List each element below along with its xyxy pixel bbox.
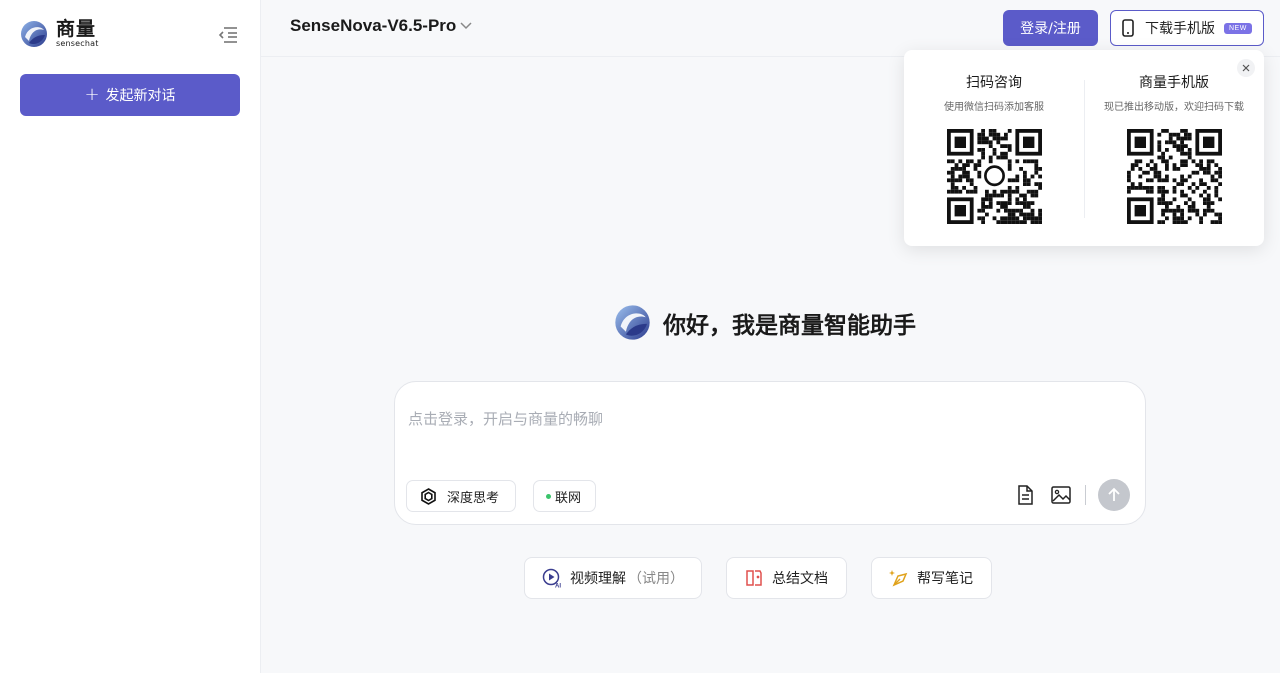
trial-tag: （试用） <box>628 571 684 587</box>
greeting-text: 你好，我是商量智能助手 <box>663 312 916 339</box>
phone-icon <box>1122 19 1134 37</box>
new-chat-button[interactable]: + 发起新对话 <box>20 74 240 116</box>
document-summary-icon <box>746 570 762 586</box>
upload-image-icon[interactable] <box>1050 484 1072 506</box>
qr-mobile-column: 商量手机版 现已推出移动版，欢迎扫码下载 <box>1084 72 1264 113</box>
web-search-label: 联网 <box>555 490 582 506</box>
web-search-toggle[interactable]: 联网 <box>533 480 596 512</box>
chat-input[interactable] <box>408 408 1108 448</box>
deep-think-icon <box>421 487 436 505</box>
login-register-button[interactable]: 登录/注册 <box>1003 10 1098 46</box>
send-button[interactable] <box>1098 479 1130 511</box>
model-selector[interactable]: SenseNova-V6.5-Pro <box>290 16 473 36</box>
video-understanding-label: 视频理解 <box>570 571 626 587</box>
qr-consult-title: 扫码咨询 <box>966 75 1022 91</box>
qr-mobile-subtitle: 现已推出移动版，欢迎扫码下载 <box>1104 102 1244 113</box>
qr-consult-subtitle: 使用微信扫码添加客服 <box>944 102 1044 113</box>
arrow-up-icon <box>1108 487 1120 501</box>
svg-text:AI: AI <box>555 584 561 589</box>
greeting: 你好，我是商量智能助手 <box>614 304 916 341</box>
upload-document-icon[interactable] <box>1014 484 1036 506</box>
new-badge: NEW <box>1224 22 1252 34</box>
model-name: SenseNova-V6.5-Pro <box>290 16 457 35</box>
sensechat-logo-icon <box>615 305 650 340</box>
collapse-sidebar-button[interactable] <box>216 24 240 46</box>
brand-name-cn: 商量 <box>56 18 97 40</box>
download-app-label: 下载手机版 <box>1145 21 1215 37</box>
video-understanding-button[interactable]: AI 视频理解 （试用） <box>524 557 702 599</box>
login-register-label: 登录/注册 <box>1020 21 1081 37</box>
brand-name-en: sensechat <box>56 39 99 48</box>
deep-think-label: 深度思考 <box>447 490 500 506</box>
collapse-sidebar-icon <box>218 27 237 43</box>
chevron-down-icon <box>460 22 472 30</box>
toolbar-separator <box>1085 485 1086 505</box>
qr-consult-column: 扫码咨询 使用微信扫码添加客服 <box>904 72 1084 113</box>
web-status-dot <box>546 493 551 499</box>
sensechat-logo-icon <box>21 21 47 47</box>
chat-input-box: 深度思考 联网 <box>394 381 1146 525</box>
new-chat-label: 发起新对话 <box>105 88 176 104</box>
deep-think-toggle[interactable]: 深度思考 <box>406 480 516 512</box>
pen-sparkle-icon <box>889 570 908 587</box>
qr-mobile-title: 商量手机版 <box>1139 75 1209 91</box>
wechat-qr-code-image <box>947 129 1042 224</box>
sidebar: 商量 sensechat + 发起新对话 <box>0 0 261 673</box>
app-download-qr-code-image <box>1127 129 1222 224</box>
plus-icon: + <box>84 84 100 105</box>
write-notes-label: 帮写笔记 <box>917 571 973 587</box>
write-notes-button[interactable]: 帮写笔记 <box>871 557 992 599</box>
close-icon <box>1242 64 1250 72</box>
download-app-button[interactable]: 下载手机版 NEW <box>1110 10 1264 46</box>
qr-code-popup: 扫码咨询 使用微信扫码添加客服 商量手机版 现已推出移动版，欢迎扫码下载 <box>904 50 1264 246</box>
summarize-document-label: 总结文档 <box>772 571 828 587</box>
top-header: SenseNova-V6.5-Pro 登录/注册 下载手机版 NEW <box>261 0 1280 57</box>
video-ai-icon: AI <box>542 568 561 589</box>
brand-logo[interactable]: 商量 sensechat <box>20 20 99 48</box>
summarize-document-button[interactable]: 总结文档 <box>726 557 847 599</box>
